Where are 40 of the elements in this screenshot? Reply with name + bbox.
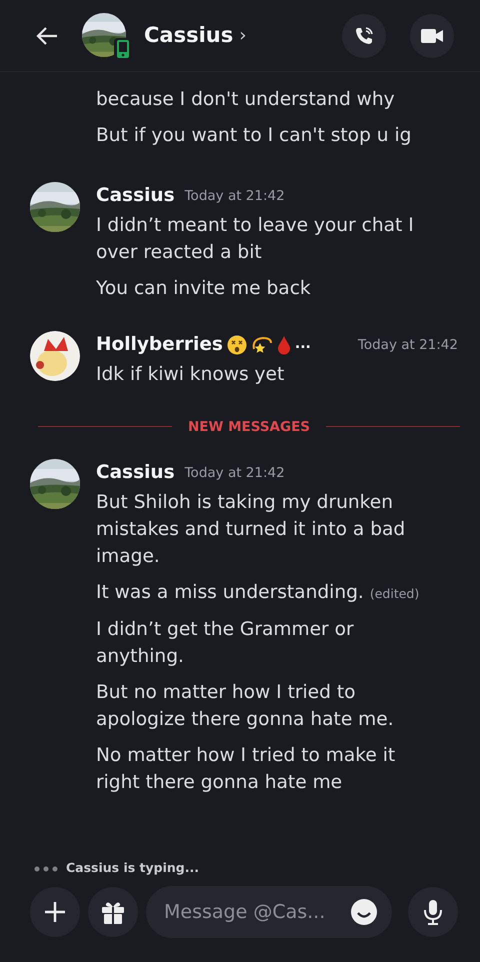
bird-avatar [30,330,80,381]
author-name[interactable]: Hollyberries [96,330,223,358]
name-ellipsis: ... [294,335,311,354]
timestamp: Today at 21:42 [358,336,458,354]
message-text: But Shiloh is taking my drunken mistakes and turned it into a bad image. [96,490,406,568]
phone-icon [353,24,375,46]
dizzy-face-icon [226,334,247,355]
dizzy-star-icon [250,334,273,355]
message-text: You can invite me back [96,276,312,301]
message-text: No matter how I tried to make it right there gonna hate me [96,744,396,794]
blood-drop-icon [276,334,291,355]
add-button[interactable] [30,887,80,937]
plus-icon [44,901,66,923]
message-text: because I don't understand why [96,88,396,112]
message-text: But no matter how I tried to apologize there gonna hate me. [96,680,395,732]
author-name[interactable]: Cassius [96,458,175,486]
chevron-icon[interactable]: › [239,22,246,49]
microphone-icon [423,899,443,925]
timestamp: Today at 21:42 [184,186,285,206]
gift-button[interactable] [88,887,138,937]
microphone-button[interactable] [408,887,458,937]
message-text: But if you want to I can't stop u ig [96,124,412,148]
video-call-button[interactable] [410,14,454,58]
edited-label: (edited) [370,586,420,600]
message-text: It was a miss understanding. [96,582,364,602]
emoji-button[interactable] [350,898,378,926]
author-name[interactable]: Cassius [96,182,175,210]
message-text: I didn’t get the Grammer or anything. [96,618,355,668]
emoji-icon [350,898,378,926]
user-name[interactable]: Cassius [144,20,234,52]
message-input[interactable]: Message @Cas... [162,896,350,928]
message-text: Idk if kiwi knows yet [96,362,286,386]
voice-call-button[interactable] [342,14,386,58]
new-messages-divider: NEW MESSAGES [188,418,310,436]
typing-dots-icon [34,866,58,872]
message-text: I didn’t meant to leave your chat I over reacted a bit [96,214,415,265]
video-camera-icon [421,28,443,44]
typing-indicator: Cassius is typing... [66,859,199,878]
message-field[interactable]: Message @Cas... [146,886,392,938]
timestamp: Today at 21:42 [184,464,285,482]
